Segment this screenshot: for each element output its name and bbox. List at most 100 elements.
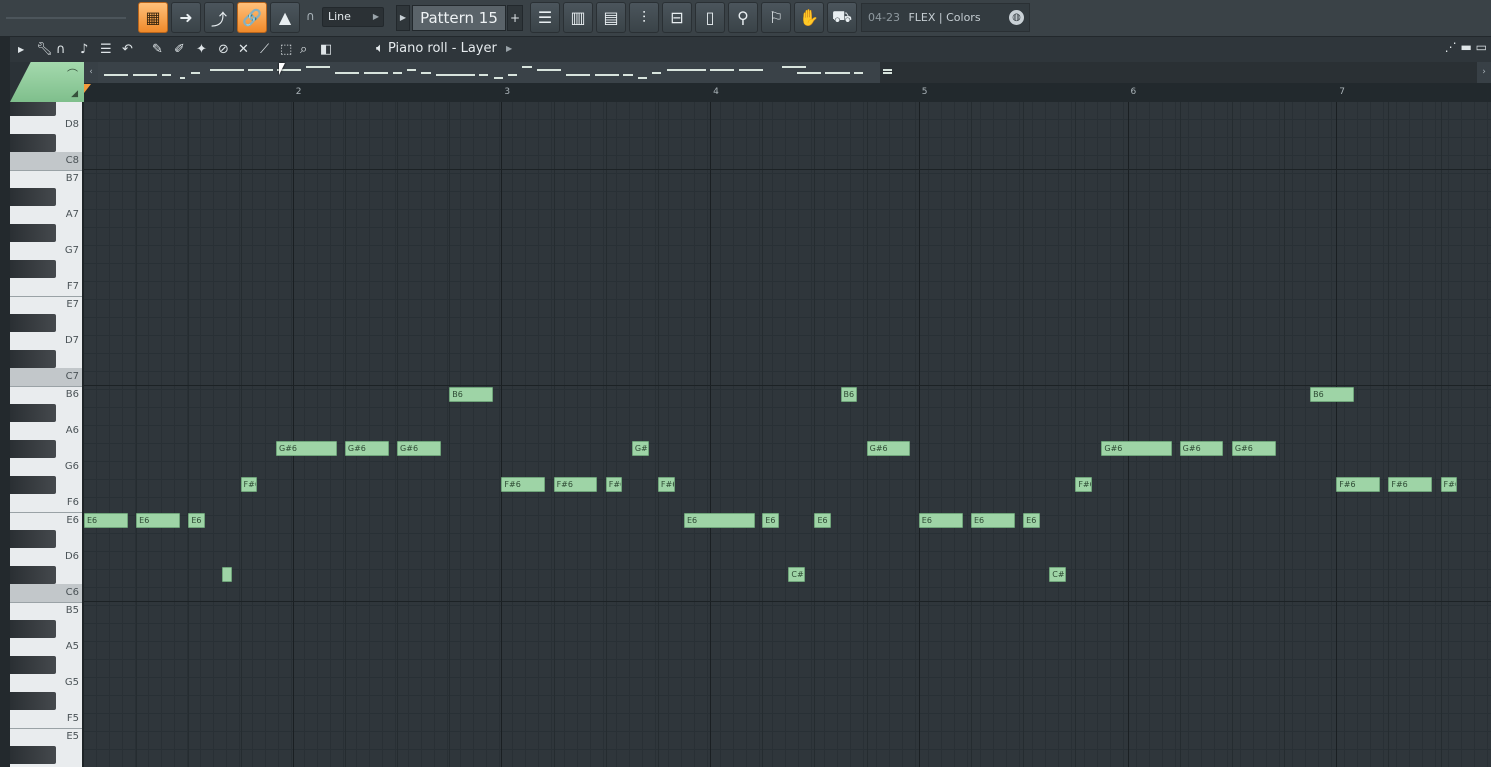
paint-icon[interactable]: ✦ [196,42,207,57]
channel-tag[interactable]: ⌒ ◢ [10,62,84,102]
undo-icon[interactable]: ↶ [122,42,133,57]
black-key[interactable] [10,134,56,152]
note-grid[interactable]: E6 E6 E6 F#6 G#6 G#6 G#6 B6 F#6 F#6 F#6 G#6 F#6 E6 E6 C… [84,102,1491,767]
note[interactable]: F#6 [553,477,598,492]
channel-rack-icon[interactable]: ▤ [596,2,626,33]
note[interactable]: G#6 [397,441,441,456]
add-pattern-button[interactable]: + [507,5,523,31]
black-key[interactable] [10,476,56,494]
piano-roll-title[interactable]: 🔈︎ Piano roll - Layer ▶ [376,41,512,56]
note[interactable]: G#6 [1101,441,1173,456]
piano-roll-icon[interactable]: ▦ [138,2,168,33]
list-icon[interactable]: ☰ [100,42,112,57]
note[interactable]: G#6 [276,441,337,456]
note[interactable]: F#6 [1440,477,1458,492]
note[interactable]: E6 [84,513,128,528]
note[interactable]: E6 [684,513,755,528]
note[interactable]: E6 [762,513,779,528]
overview-scrollbar[interactable]: ‹ › [84,62,1491,83]
cart-icon[interactable]: ⛟ [827,2,857,33]
note-icon[interactable]: ♪ [80,42,88,57]
note[interactable]: E6 [970,513,1015,528]
black-key[interactable] [10,656,56,674]
select-icon[interactable]: ⬚ [280,42,292,57]
main-toolbar: ▦ ➜ ⤴ 🔗 ▲ ∩ Line ▶ ▶ Pattern 15 + ☰ ▥ ▤ ⫶ ⊟ ▯ ⚲ ⚐ ✋ ⛟… [0,0,1491,37]
note[interactable]: F#6 [657,477,675,492]
note[interactable]: F#6 [1388,477,1433,492]
file-icon[interactable]: ▯ [695,2,725,33]
note[interactable]: B6 [1310,387,1354,402]
piano-keyboard[interactable]: D8 C8 B7 A7 G7 F7 E7 D7 C7 B6 A6 G6 F6 E6 D6 C6 B5 A5 G5 F5… [10,102,84,767]
arrow-right-icon[interactable]: ➜ [171,2,201,33]
playhead-marker[interactable] [84,84,91,93]
time-ruler[interactable]: 2 3 4 5 6 7 [84,83,1491,103]
magnet-icon[interactable]: ∩ [56,42,66,57]
menu-arrow-icon[interactable]: ▶ [18,45,24,54]
zoom-icon[interactable]: ⌕ [300,42,307,57]
note[interactable]: B6 [449,387,494,402]
black-key[interactable] [10,102,56,116]
black-key[interactable] [10,224,56,242]
note[interactable]: E6 [814,513,832,528]
brush-icon[interactable]: ✐ [174,42,185,57]
link-icon[interactable]: 🔗 [237,2,267,33]
note[interactable]: C#6 [788,567,806,582]
playback-icon[interactable]: ◧ [320,42,332,57]
note[interactable]: F#6 [1336,477,1380,492]
black-key[interactable] [10,260,56,278]
note[interactable]: B6 [840,387,858,402]
step-sequencer-icon[interactable]: ▥ [563,2,593,33]
slice-icon[interactable]: ⟋ [260,42,269,57]
black-key[interactable] [10,746,56,764]
black-key[interactable] [10,566,56,584]
tuning-icon[interactable]: ⚐ [761,2,791,33]
scroll-right-icon[interactable]: › [1477,62,1491,83]
note[interactable]: E6 [188,513,206,528]
black-key[interactable] [10,314,56,332]
note[interactable]: G#6 [344,441,389,456]
black-key[interactable] [10,404,56,422]
window-controls[interactable]: ⋰ ▬ ▭ [1445,40,1487,54]
black-key[interactable] [10,692,56,710]
playlist-icon[interactable]: ☰ [530,2,560,33]
note[interactable] [221,567,232,582]
window-edge [0,37,10,767]
black-key[interactable] [10,350,56,368]
pencil-icon[interactable]: ✎ [152,42,163,57]
note[interactable]: E6 [1023,513,1040,528]
overview-thumb[interactable] [98,62,880,83]
minimize-icon[interactable]: ▬ [1460,40,1471,54]
note[interactable]: G#6 [631,441,649,456]
maximize-icon[interactable]: ▭ [1476,40,1487,54]
note[interactable]: C#6 [1049,567,1066,582]
stamp-icon[interactable]: ▲ [270,2,300,33]
mute-icon[interactable]: ✕ [238,42,249,57]
snap-mode-select[interactable]: Line ▶ [322,7,384,27]
mixer-icon[interactable]: ⫶ [629,2,659,33]
plugin-icon[interactable]: ⚲ [728,2,758,33]
pattern-prev-button[interactable]: ▶ [396,5,410,31]
scroll-left-icon[interactable]: ‹ [84,62,98,83]
note[interactable]: F#6 [605,477,623,492]
curve-icon[interactable]: ⤴ [204,2,234,33]
black-key[interactable] [10,530,56,548]
detach-icon[interactable]: ⋰ [1445,40,1457,54]
note[interactable]: F#6 [240,477,258,492]
note[interactable]: E6 [136,513,180,528]
note[interactable]: G#6 [866,441,911,456]
browser-icon[interactable]: ⊟ [662,2,692,33]
black-key[interactable] [10,620,56,638]
hand-icon[interactable]: ✋ [794,2,824,33]
note[interactable]: G#6 [1231,441,1276,456]
wrench-icon[interactable]: 🔧︎ [36,42,53,57]
black-key[interactable] [10,440,56,458]
pattern-selector[interactable]: Pattern 15 [412,5,506,31]
note[interactable]: E6 [918,513,963,528]
note[interactable]: G#6 [1179,441,1224,456]
note[interactable]: F#6 [1075,477,1092,492]
news-panel[interactable]: 04-23 FLEX | Colors ◍ [861,3,1030,32]
note[interactable]: F#6 [501,477,546,492]
delete-icon[interactable]: ⊘ [218,42,229,57]
globe-icon[interactable]: ◍ [1009,10,1024,25]
black-key[interactable] [10,188,56,206]
